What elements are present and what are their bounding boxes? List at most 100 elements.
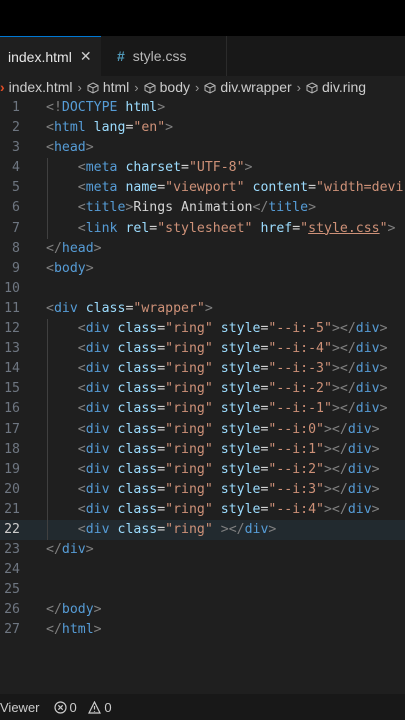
warning-count: 0 xyxy=(104,700,112,715)
code-line[interactable]: 21 <div class="ring" style="--i:4"></div… xyxy=(0,500,405,520)
element-icon xyxy=(144,82,156,94)
breadcrumb-html[interactable]: html xyxy=(103,79,129,95)
code-line[interactable]: 13 <div class="ring" style="--i:-4"></di… xyxy=(0,339,405,359)
code-line[interactable]: 7 <link rel="stylesheet" href="style.css… xyxy=(0,219,405,239)
code-line[interactable]: 6 <title>Rings Animation</title> xyxy=(0,198,405,218)
chevron-right-icon: › xyxy=(194,79,200,95)
chevron-right-icon: › xyxy=(134,79,139,95)
code-text: <html lang="en"> xyxy=(46,120,174,136)
line-number: 17 xyxy=(4,421,20,437)
tab-index-html[interactable]: index.html ✕ xyxy=(0,36,101,76)
code-line[interactable]: 20 <div class="ring" style="--i:3"></div… xyxy=(0,480,405,500)
code-text: <!DOCTYPE html> xyxy=(46,100,166,115)
code-text: </head> xyxy=(46,240,102,256)
line-number: 2 xyxy=(12,120,20,136)
code-line[interactable]: 25 xyxy=(0,580,405,600)
tab-bar: index.html ✕ # style.css xyxy=(0,36,405,76)
tab-label: index.html xyxy=(8,48,72,65)
code-text: <title>Rings Animation</title> xyxy=(77,200,317,216)
code-line[interactable]: 11 <div class="wrapper"> xyxy=(0,299,405,319)
line-number: 11 xyxy=(4,300,20,316)
breadcrumb-wrapper[interactable]: div.wrapper xyxy=(220,79,291,95)
code-editor[interactable]: 1 <!DOCTYPE html> 2 <html lang="en"> 3 <head>… xyxy=(0,98,405,641)
code-text: </body> xyxy=(46,602,102,618)
line-number: 13 xyxy=(4,341,20,357)
warning-icon xyxy=(88,701,102,714)
line-number: 20 xyxy=(4,481,20,497)
code-text: <div class="ring" style="--i:-5"></div> xyxy=(77,321,388,337)
code-text: <div class="ring" style="--i:1"></div> xyxy=(77,441,380,457)
code-line[interactable]: 5 <meta name="viewport" content="width=d… xyxy=(0,178,405,198)
code-line[interactable]: 9 <body> xyxy=(0,259,405,279)
code-line[interactable]: 23 </div> xyxy=(0,540,405,560)
code-line[interactable]: 3 <head> xyxy=(0,138,405,158)
viewer-label[interactable]: Viewer xyxy=(0,700,40,715)
code-text: <link rel="stylesheet" href="style.css"> xyxy=(77,220,396,236)
breadcrumb-ring[interactable]: div.ring xyxy=(322,79,366,95)
code-line[interactable]: 15 <div class="ring" style="--i:-2"></di… xyxy=(0,379,405,399)
code-line[interactable]: 22 <div class="ring" ></div> xyxy=(0,519,405,541)
code-line[interactable]: 1 <!DOCTYPE html> xyxy=(0,98,405,118)
error-count: 0 xyxy=(69,700,77,715)
element-icon xyxy=(87,82,99,94)
element-icon xyxy=(306,82,318,94)
line-number: 4 xyxy=(12,160,20,176)
code-text: <meta name="viewport" content="width=dev… xyxy=(77,180,404,196)
code-line[interactable]: 10 xyxy=(0,279,405,299)
line-number: 1 xyxy=(12,100,20,115)
line-number: 26 xyxy=(4,602,20,618)
line-number: 9 xyxy=(12,260,20,276)
indent-guide xyxy=(47,319,48,541)
code-text: <meta charset="UTF-8"> xyxy=(77,160,253,176)
code-line[interactable]: 17 <div class="ring" style="--i:0"></div… xyxy=(0,420,405,440)
line-number: 8 xyxy=(12,240,20,256)
status-bar: Viewer 0 0 xyxy=(0,694,405,720)
tab-style-css[interactable]: # style.css xyxy=(101,36,227,76)
code-text: </div> xyxy=(46,542,94,558)
code-line[interactable]: 18 <div class="ring" style="--i:1"></div… xyxy=(0,440,405,460)
line-number: 18 xyxy=(4,441,20,457)
code-text: <div class="ring" style="--i:-3"></div> xyxy=(77,361,388,377)
line-number: 7 xyxy=(12,220,20,236)
line-number: 14 xyxy=(4,361,20,377)
code-text: <body> xyxy=(46,260,94,276)
code-line[interactable]: 12 <div class="ring" style="--i:-5"></di… xyxy=(0,319,405,339)
line-number: 6 xyxy=(12,200,20,216)
code-line[interactable]: 24 xyxy=(0,560,405,580)
code-text: <div class="ring" style="--i:0"></div> xyxy=(77,421,380,437)
code-line[interactable]: 26 </body> xyxy=(0,600,405,620)
code-line[interactable]: 2 <html lang="en"> xyxy=(0,118,405,138)
line-number: 25 xyxy=(4,582,20,598)
line-number: 16 xyxy=(4,401,20,417)
breadcrumb-body[interactable]: body xyxy=(160,79,190,95)
line-number: 15 xyxy=(4,381,20,397)
error-icon xyxy=(53,701,67,714)
line-number: 24 xyxy=(4,562,20,578)
code-text: <div class="wrapper"> xyxy=(46,300,213,316)
code-line[interactable]: 14 <div class="ring" style="--i:-3"></di… xyxy=(0,359,405,379)
code-text: <div class="ring" style="--i:2"></div> xyxy=(77,461,380,477)
code-line[interactable]: 8 </head> xyxy=(0,239,405,259)
code-text: <div class="ring" style="--i:3"></div> xyxy=(77,481,380,497)
code-line[interactable]: 27 </html> xyxy=(0,620,405,640)
close-icon[interactable]: ✕ xyxy=(80,48,92,65)
code-text: <div class="ring" style="--i:-2"></div> xyxy=(77,381,388,397)
code-text: <div class="ring" style="--i:-4"></div> xyxy=(77,341,388,357)
indent-guide xyxy=(47,158,48,239)
html-file-icon: › xyxy=(0,79,5,95)
code-text: </html> xyxy=(46,622,102,638)
code-line[interactable]: 19 <div class="ring" style="--i:2"></div… xyxy=(0,460,405,480)
code-text: <head> xyxy=(46,140,94,156)
chevron-right-icon: › xyxy=(296,79,301,95)
line-number: 5 xyxy=(12,180,20,196)
line-number: 19 xyxy=(4,461,20,477)
code-line[interactable]: 16 <div class="ring" style="--i:-1"></di… xyxy=(0,399,405,419)
problems-indicator[interactable]: 0 0 xyxy=(53,699,116,715)
code-line[interactable]: 4 <meta charset="UTF-8"> xyxy=(0,158,405,178)
code-text: <div class="ring" ></div> xyxy=(77,521,277,537)
breadcrumb-file[interactable]: index.html xyxy=(9,79,73,95)
tab-label: style.css xyxy=(132,48,187,64)
line-number: 21 xyxy=(4,501,20,517)
line-number: 23 xyxy=(4,542,20,558)
line-number: 22 xyxy=(4,521,20,537)
